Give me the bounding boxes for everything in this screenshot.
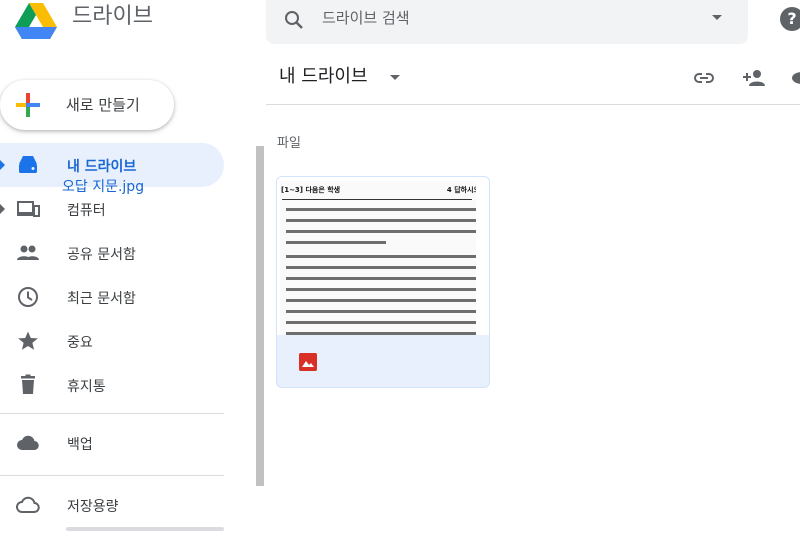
drive-logo-icon [15, 3, 57, 39]
plus-icon [16, 93, 40, 117]
add-person-icon[interactable] [742, 66, 766, 90]
search-input[interactable]: 드라이브 검색 [322, 7, 410, 29]
sidebar-item-storage[interactable]: 저장용량 [0, 483, 224, 527]
sidebar-item-label: 백업 [67, 437, 93, 453]
computer-icon [17, 201, 40, 217]
preview-eye-icon[interactable] [790, 66, 800, 90]
storage-usage-bar [66, 527, 224, 531]
file-thumbnail: [1~3] 다음은 학생 4 답하시오 [277, 177, 489, 335]
sidebar-item-backup[interactable]: 백업 [0, 421, 224, 465]
trash-icon [21, 374, 35, 394]
clock-icon [18, 287, 38, 307]
sidebar-item-label: 최근 문서함 [67, 291, 136, 307]
sidebar-item-shared[interactable]: 공유 문서함 [0, 231, 224, 275]
scrollbar[interactable] [256, 146, 264, 486]
sidebar-item-label: 중요 [67, 335, 93, 351]
file-name: 오답 지문.jpg [62, 179, 145, 195]
sidebar-item-starred[interactable]: 중요 [0, 319, 224, 363]
preview-heading: [1~3] 다음은 학생 [281, 186, 341, 194]
drive-icon [19, 156, 37, 173]
search-options-icon[interactable] [712, 15, 722, 20]
image-file-icon [299, 353, 317, 371]
document-preview: [1~3] 다음은 학생 4 답하시오 [280, 181, 488, 335]
breadcrumb-dropdown-icon[interactable] [390, 75, 400, 80]
file-card[interactable]: [1~3] 다음은 학생 4 답하시오 [276, 176, 490, 388]
drive-logo[interactable] [14, 0, 58, 40]
files-section-label: 파일 [277, 136, 301, 151]
expand-arrow-icon[interactable] [0, 160, 5, 170]
breadcrumb[interactable]: 내 드라이브 [279, 64, 368, 90]
sidebar-item-label: 저장용량 [67, 499, 119, 515]
cloud-outline-icon [16, 496, 40, 513]
app-title: 드라이브 [72, 4, 153, 29]
sidebar-divider [0, 475, 224, 476]
sidebar-divider [0, 413, 224, 414]
link-icon[interactable] [692, 66, 716, 90]
star-icon [18, 331, 38, 350]
sidebar-item-label: 내 드라이브 [67, 159, 137, 175]
sidebar-item-label: 컴퓨터 [67, 203, 106, 219]
new-button[interactable]: 새로 만들기 [0, 80, 174, 130]
cloud-icon [17, 435, 39, 451]
sidebar-item-label: 휴지통 [67, 379, 106, 395]
search-bar[interactable]: 드라이브 검색 [266, 0, 748, 44]
toolbar-divider [266, 104, 800, 105]
sidebar-item-trash[interactable]: 휴지통 [0, 363, 224, 407]
people-icon [17, 245, 39, 260]
search-icon[interactable] [282, 8, 306, 32]
file-info [277, 335, 489, 387]
help-icon[interactable]: ? [780, 7, 800, 31]
expand-arrow-icon[interactable] [0, 204, 5, 214]
sidebar-item-label: 공유 문서함 [67, 247, 136, 263]
sidebar-item-recent[interactable]: 최근 문서함 [0, 275, 224, 319]
new-button-label: 새로 만들기 [66, 96, 140, 114]
